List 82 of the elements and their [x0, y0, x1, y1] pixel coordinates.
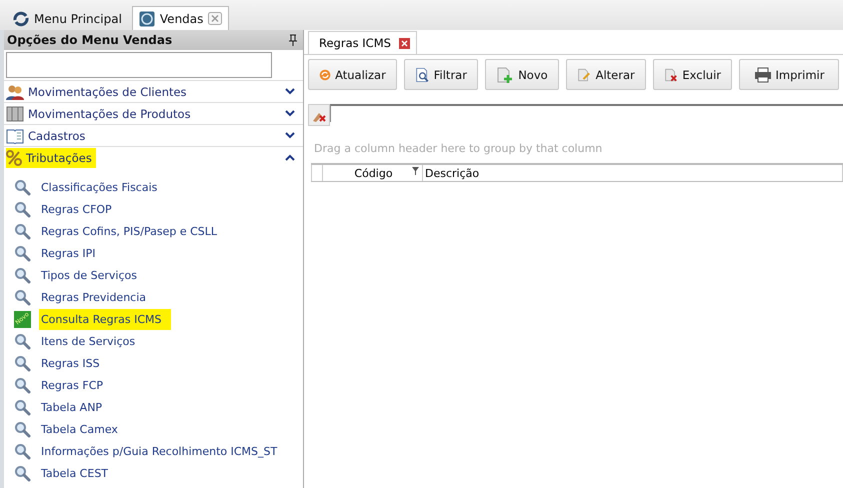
- refresh-icon: [13, 10, 29, 26]
- toolbar-button[interactable]: Novo: [484, 59, 559, 90]
- menu-item[interactable]: Regras IPI: [4, 242, 303, 264]
- highlight-mark: Tributações: [6, 148, 96, 168]
- toolbar-button[interactable]: Filtrar: [404, 59, 478, 90]
- highlight-mark: Itens de Serviços: [40, 334, 136, 350]
- menu-item[interactable]: Regras Previdencia: [4, 286, 303, 308]
- filter-icon[interactable]: [412, 167, 419, 175]
- close-icon[interactable]: [398, 38, 410, 48]
- highlight-mark: Cadastros: [6, 126, 90, 146]
- filter-field[interactable]: [330, 104, 843, 122]
- tab[interactable]: Vendas: [132, 6, 230, 30]
- search-icon: [14, 332, 31, 350]
- column-header[interactable]: Código: [323, 165, 423, 181]
- book-icon: [6, 128, 24, 144]
- pin-icon[interactable]: [289, 34, 297, 46]
- highlight-mark: Classificações Fiscais: [40, 180, 158, 196]
- chevron-up-icon[interactable]: [285, 154, 295, 161]
- menu-item[interactable]: Tabela Camex: [4, 418, 303, 440]
- column-header[interactable]: Descrição: [423, 165, 843, 181]
- row-indicator-header: [311, 165, 323, 181]
- new-document-icon: [496, 66, 514, 84]
- highlight-mark: Tabela ANP: [40, 400, 104, 416]
- menu-item[interactable]: Itens de Serviços: [4, 330, 303, 352]
- highlight-mark: Regras Previdencia: [40, 290, 148, 306]
- panel-title: Opções do Menu Vendas: [7, 33, 172, 47]
- menu-group[interactable]: Cadastros: [4, 124, 303, 146]
- menu-item[interactable]: Tabela CEST: [4, 462, 303, 484]
- document-tab[interactable]: Regras ICMS: [308, 31, 417, 54]
- menu-item[interactable]: Tabela ANP: [4, 396, 303, 418]
- highlight-mark: Tabela Camex: [40, 422, 119, 438]
- toolbar-button[interactable]: Atualizar: [308, 59, 397, 90]
- cabinet-icon: [6, 106, 24, 122]
- search-icon: [14, 398, 31, 416]
- highlight-mark: Movimentações de Produtos: [6, 104, 195, 124]
- search-field[interactable]: [6, 52, 272, 78]
- menu-item[interactable]: Tipos de Serviços: [4, 264, 303, 286]
- search-icon: [14, 354, 31, 372]
- menu-group[interactable]: Tributações: [4, 146, 303, 168]
- people-icon: [6, 84, 24, 100]
- search-icon: [14, 442, 31, 460]
- toolbar-button[interactable]: Excluir: [652, 59, 732, 90]
- chevron-down-icon[interactable]: [285, 110, 295, 117]
- chevron-down-icon[interactable]: [285, 132, 295, 139]
- highlight-mark: Informações p/Guia Recolhimento ICMS_ST: [40, 444, 278, 460]
- search-icon: [14, 376, 31, 394]
- menu-item[interactable]: Classificações Fiscais: [4, 176, 303, 198]
- percent-icon: [6, 150, 22, 166]
- highlight-mark: Regras IPI: [40, 246, 97, 262]
- menu-item[interactable]: Regras FCP: [4, 374, 303, 396]
- highlight-mark: Regras FCP: [40, 378, 104, 394]
- toolbar-button[interactable]: Alterar: [566, 59, 646, 90]
- highlight-mark: Tipos de Serviços: [40, 268, 138, 284]
- highlight-mark: Regras CFOP: [40, 202, 113, 218]
- highlight-mark: Regras ISS: [40, 356, 101, 372]
- group-by-hint: Drag a column header here to group by that column: [314, 142, 604, 155]
- search-icon: [14, 464, 31, 482]
- menu-item[interactable]: Regras CFOP: [4, 198, 303, 220]
- highlight-mark: Movimentações de Clientes: [6, 82, 191, 102]
- document-search-icon: [414, 66, 430, 84]
- search-icon: [14, 244, 31, 262]
- highlight-mark: Consulta Regras ICMS: [39, 308, 172, 330]
- printer-icon: [754, 66, 772, 82]
- menu-item[interactable]: Informações p/Guia Recolhimento ICMS_ST: [4, 440, 303, 462]
- search-icon: [14, 178, 31, 196]
- menu-group[interactable]: Movimentações de Produtos: [4, 102, 303, 124]
- highlight-mark: Tabela CEST: [40, 466, 110, 482]
- tab[interactable]: Menu Principal: [6, 6, 129, 30]
- search-icon: [14, 200, 31, 218]
- clear-filter-button[interactable]: [308, 104, 330, 126]
- highlight-mark: Regras Cofins, PIS/Pasep e CSLL: [40, 224, 218, 240]
- refresh-icon: [319, 66, 332, 82]
- menu-group[interactable]: Movimentações de Clientes: [4, 80, 303, 102]
- search-icon: [14, 222, 31, 240]
- search-icon: [14, 288, 31, 306]
- menu-item[interactable]: Regras ISS: [4, 352, 303, 374]
- search-icon: [14, 266, 31, 284]
- chevron-down-icon[interactable]: [285, 88, 295, 95]
- toolbar-button[interactable]: Imprimir: [739, 59, 839, 90]
- menu-item[interactable]: Regras Cofins, PIS/Pasep e CSLL: [4, 220, 303, 242]
- close-icon[interactable]: [208, 12, 222, 25]
- search-icon: [14, 420, 31, 438]
